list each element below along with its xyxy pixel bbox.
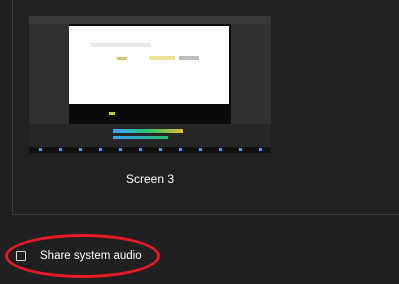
thumbnail-page — [69, 26, 229, 104]
thumbnail-taskbar-icon — [59, 148, 62, 151]
thumbnail-bar — [149, 56, 175, 60]
thumbnail-right-pane — [231, 24, 271, 124]
thumbnail-left-pane — [29, 24, 69, 124]
thumbnail-taskbar — [29, 147, 271, 153]
checkbox-icon[interactable] — [16, 251, 26, 261]
thumbnail-dock — [29, 124, 271, 146]
thumbnail-taskbar-icon — [259, 148, 262, 151]
thumbnail-taskbar-icon — [139, 148, 142, 151]
share-system-audio-option[interactable]: Share system audio — [16, 247, 142, 265]
thumbnail-taskbar-icon — [79, 148, 82, 151]
thumbnail-taskbar-icon — [179, 148, 182, 151]
share-system-audio-label[interactable]: Share system audio — [40, 250, 142, 262]
screen-3-thumbnail[interactable] — [29, 16, 271, 153]
thumbnail-marker — [109, 112, 115, 115]
thumbnail-bar — [179, 56, 199, 60]
thumbnail-taskbar-icon — [119, 148, 122, 151]
thumbnail-audio-meter — [113, 129, 183, 133]
thumbnail-bar — [117, 57, 127, 60]
thumbnail-bar — [91, 43, 151, 47]
thumbnail-taskbar-icon — [219, 148, 222, 151]
thumbnail-taskbar-icon — [99, 148, 102, 151]
thumbnail-audio-meter — [113, 136, 168, 139]
thumbnail-taskbar-icon — [239, 148, 242, 151]
thumbnail-taskbar-icon — [39, 148, 42, 151]
screen-label: Screen 3 — [125, 172, 175, 186]
thumbnail-taskbar-icon — [159, 148, 162, 151]
thumbnail-titlebar — [29, 16, 271, 24]
thumbnail-taskbar-icon — [199, 148, 202, 151]
